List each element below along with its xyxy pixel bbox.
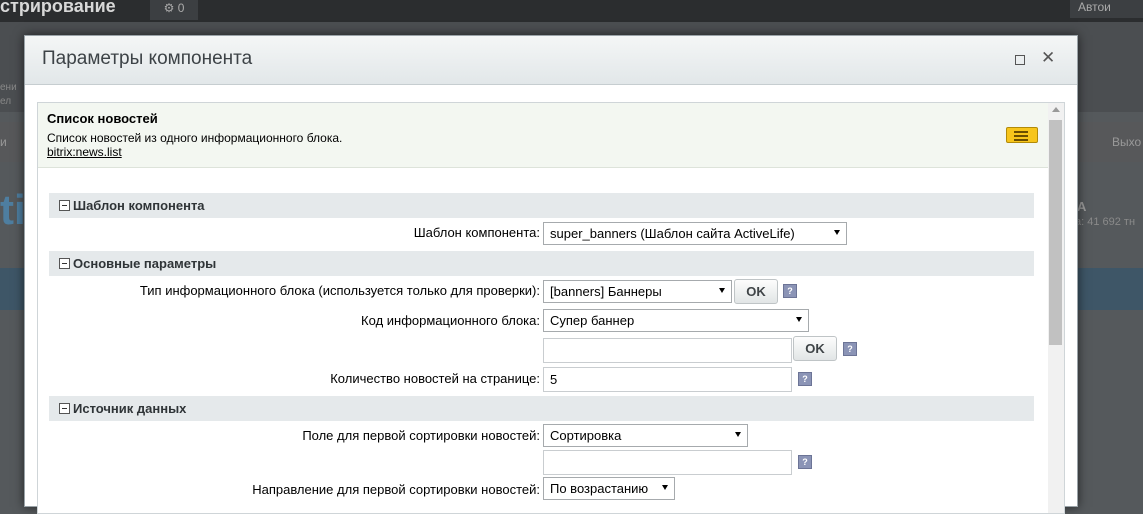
- chevron-down-icon: [719, 288, 725, 293]
- collapse-icon[interactable]: [59, 200, 70, 211]
- iblock-type-select[interactable]: [banners] Баннеры: [543, 280, 732, 303]
- ok-button[interactable]: OK: [734, 279, 778, 304]
- menu-item[interactable]: и: [0, 135, 7, 149]
- section-title: Шаблон компонента: [73, 198, 205, 213]
- exit-link[interactable]: Выхо: [1112, 135, 1141, 149]
- section-title: Источник данных: [73, 401, 187, 416]
- sort-field-label: Поле для первой сортировки новостей:: [302, 428, 540, 443]
- sort-dir-select[interactable]: По возрастанию: [543, 477, 675, 500]
- collapse-icon[interactable]: [59, 258, 70, 269]
- help-icon[interactable]: ?: [843, 342, 857, 356]
- sort-field-select[interactable]: Сортировка: [543, 424, 748, 447]
- side-heading: A: [1077, 199, 1087, 214]
- chevron-down-icon: [662, 485, 668, 490]
- sort-field-value: Сортировка: [550, 428, 622, 443]
- user-menu[interactable]: Автои: [1070, 0, 1143, 18]
- sort-field-input[interactable]: [543, 450, 792, 475]
- site-logo: ti: [0, 186, 26, 233]
- dialog-title: Параметры компонента: [42, 48, 253, 69]
- section-main[interactable]: Основные параметры: [49, 251, 1034, 276]
- component-code-link[interactable]: bitrix:news.list: [47, 145, 122, 159]
- gear-icon: ⚙: [163, 1, 178, 15]
- toolbar-text: ел: [0, 96, 12, 107]
- scrollbar[interactable]: [1048, 103, 1064, 513]
- component-info: Список новостей Список новостей из одног…: [38, 103, 1048, 168]
- iblock-code-select[interactable]: Супер баннер: [543, 309, 809, 332]
- help-icon[interactable]: ?: [798, 372, 812, 386]
- ok-button[interactable]: OK: [793, 336, 837, 361]
- component-icon: [1006, 127, 1038, 143]
- settings-button[interactable]: ⚙ 0: [150, 0, 198, 20]
- scroll-up-icon[interactable]: [1052, 107, 1060, 112]
- component-params-dialog: Параметры компонента ✕ Список новостей С…: [24, 35, 1078, 514]
- help-icon[interactable]: ?: [798, 455, 812, 469]
- section-title: Основные параметры: [73, 256, 217, 271]
- template-label: Шаблон компонента:: [413, 225, 540, 240]
- news-count-input[interactable]: 5: [543, 367, 792, 392]
- iblock-type-value: [banners] Баннеры: [550, 284, 662, 299]
- help-icon[interactable]: ?: [783, 284, 797, 298]
- scrollbar-thumb[interactable]: [1049, 120, 1062, 345]
- side-count: а: 41 692 тн: [1075, 216, 1136, 228]
- user-label: Автои: [1078, 0, 1111, 14]
- chevron-down-icon: [735, 432, 741, 437]
- iblock-code-value: Супер баннер: [550, 313, 635, 328]
- news-count-label: Количество новостей на странице:: [330, 371, 540, 386]
- iblock-code-input[interactable]: [543, 338, 792, 363]
- section-template[interactable]: Шаблон компонента: [49, 193, 1034, 218]
- template-select[interactable]: super_banners (Шаблон сайта ActiveLife): [543, 222, 847, 245]
- chevron-down-icon: [834, 230, 840, 235]
- component-name: Список новостей: [47, 111, 158, 126]
- maximize-icon[interactable]: [1015, 55, 1025, 65]
- sort-dir-value: По возрастанию: [550, 481, 649, 496]
- toolbar-text: ени: [0, 82, 17, 93]
- dialog-body: Список новостей Список новостей из одног…: [37, 102, 1065, 514]
- dialog-header[interactable]: Параметры компонента ✕: [25, 36, 1077, 85]
- template-select-value: super_banners (Шаблон сайта ActiveLife): [550, 226, 795, 241]
- iblock-type-label: Тип информационного блока (используется …: [139, 283, 540, 298]
- chevron-down-icon: [796, 317, 802, 322]
- collapse-icon[interactable]: [59, 403, 70, 414]
- gear-count: 0: [177, 1, 185, 15]
- admin-page-title: стрирование: [0, 0, 116, 16]
- section-source[interactable]: Источник данных: [49, 396, 1034, 421]
- iblock-code-label: Код информационного блока:: [361, 313, 540, 328]
- component-description: Список новостей из одного информационног…: [47, 131, 343, 145]
- close-icon[interactable]: ✕: [1041, 49, 1055, 67]
